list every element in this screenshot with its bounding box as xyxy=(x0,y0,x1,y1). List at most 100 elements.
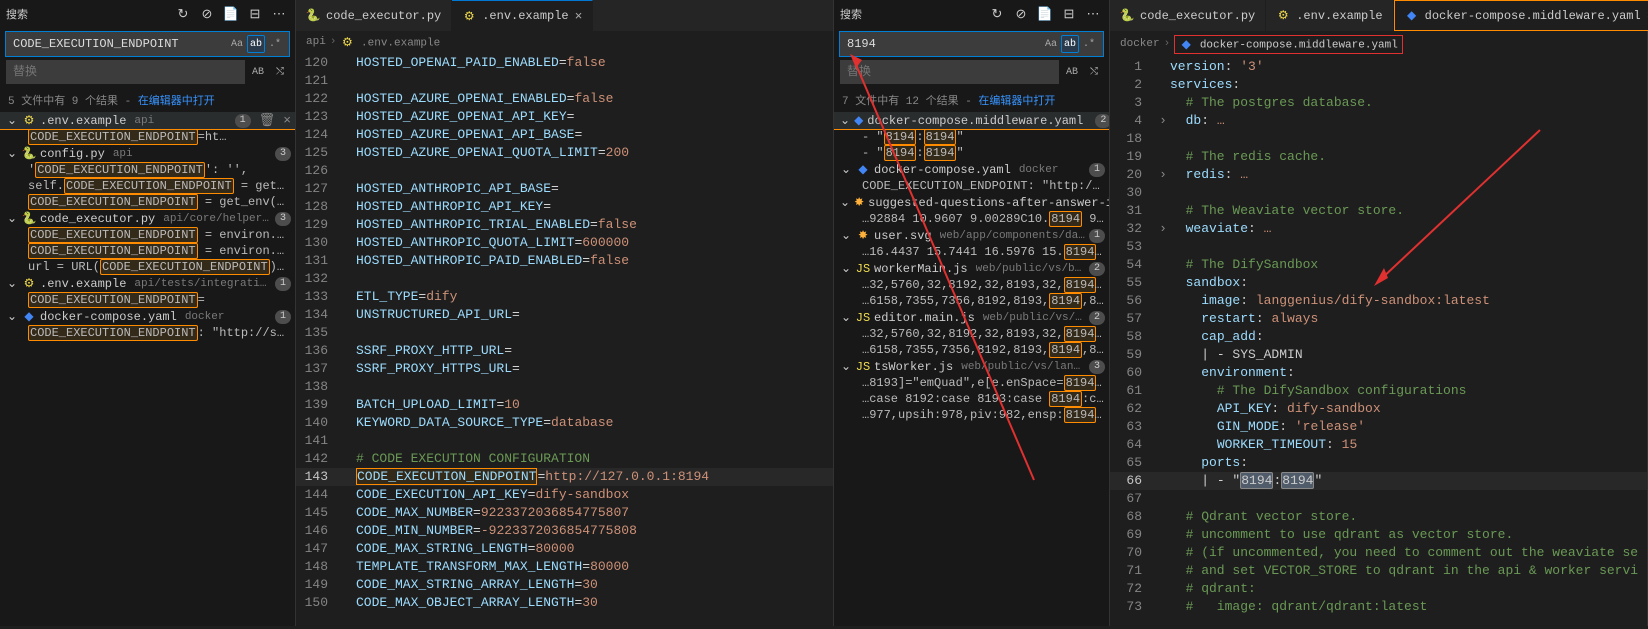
result-match[interactable]: …case 8192:case 8193:case 8194:case 8195… xyxy=(834,391,1109,407)
editor-line[interactable]: 122HOSTED_AZURE_OPENAI_ENABLED=false xyxy=(296,90,833,108)
fold-icon[interactable] xyxy=(342,54,356,72)
regex-icon[interactable]: .* xyxy=(266,35,284,53)
regex-icon[interactable]: .* xyxy=(1080,35,1098,53)
result-file[interactable]: ⌄ ◆ docker-compose.yaml docker 1 xyxy=(834,161,1109,178)
fold-icon[interactable] xyxy=(342,234,356,252)
editor-line[interactable]: 73 # image: qdrant/qdrant:latest xyxy=(1110,598,1647,616)
breadcrumb-item[interactable]: ⚙ .env.example xyxy=(340,35,440,50)
fold-icon[interactable] xyxy=(342,414,356,432)
chevron-down-icon[interactable]: ⌄ xyxy=(6,309,18,324)
result-match[interactable]: …16.4437 15.7441 16.5976 15.8194 16.7533… xyxy=(834,244,1109,260)
fold-icon[interactable] xyxy=(1156,436,1170,454)
result-match[interactable]: …32,5760,32,8192,32,8193,32,8194,32,8195… xyxy=(834,326,1109,342)
whole-word-icon[interactable]: ab xyxy=(247,35,265,53)
editor-line[interactable]: 59 | - SYS_ADMIN xyxy=(1110,346,1647,364)
editor-line[interactable]: 71 # and set VECTOR_STORE to qdrant in t… xyxy=(1110,562,1647,580)
dismiss-icon[interactable]: 🗑 xyxy=(259,113,276,128)
case-sensitive-icon[interactable]: Aa xyxy=(1042,35,1060,53)
editor-line[interactable]: 127HOSTED_ANTHROPIC_API_BASE= xyxy=(296,180,833,198)
fold-icon[interactable] xyxy=(1156,400,1170,418)
fold-icon[interactable] xyxy=(342,162,356,180)
editor-line[interactable]: 136SSRF_PROXY_HTTP_URL= xyxy=(296,342,833,360)
result-file[interactable]: ⌄ 🐍 config.py api 3 xyxy=(0,145,295,162)
result-file[interactable]: ⌄ JS workerMain.js web/public/vs/base/wo… xyxy=(834,260,1109,277)
editor-line[interactable]: 133ETL_TYPE=dify xyxy=(296,288,833,306)
fold-icon[interactable] xyxy=(1156,490,1170,508)
fold-icon[interactable] xyxy=(342,594,356,612)
editor-line[interactable]: 54 # The DifySandbox xyxy=(1110,256,1647,274)
editor-line[interactable]: 64 WORKER_TIMEOUT: 15 xyxy=(1110,436,1647,454)
editor-line[interactable]: 141 xyxy=(296,432,833,450)
result-match[interactable]: CODE_EXECUTION_ENDPOINT = get_env('… xyxy=(0,194,295,210)
breadcrumb[interactable]: api›⚙ .env.example xyxy=(296,32,833,54)
result-match[interactable]: CODE_EXECUTION_ENDPOINT= xyxy=(0,292,295,308)
editor-line[interactable]: 128HOSTED_ANTHROPIC_API_KEY= xyxy=(296,198,833,216)
fold-icon[interactable] xyxy=(342,252,356,270)
fold-icon[interactable] xyxy=(342,180,356,198)
preserve-case-icon[interactable]: AB xyxy=(249,63,267,81)
fold-icon[interactable] xyxy=(1156,292,1170,310)
fold-icon[interactable] xyxy=(342,450,356,468)
editor-line[interactable]: 19 # The redis cache. xyxy=(1110,148,1647,166)
clear-icon[interactable]: ⊘ xyxy=(1011,4,1031,24)
editor-line[interactable]: 142# CODE EXECUTION CONFIGURATION xyxy=(296,450,833,468)
editor-line[interactable]: 20› redis: … xyxy=(1110,166,1647,184)
fold-icon[interactable]: › xyxy=(1156,166,1170,184)
editor-line[interactable]: 53 xyxy=(1110,238,1647,256)
editor-line[interactable]: 3 # The postgres database. xyxy=(1110,94,1647,112)
tab--env-example[interactable]: ⚙ .env.example xyxy=(1266,0,1393,31)
editor-line[interactable]: 31 # The Weaviate vector store. xyxy=(1110,202,1647,220)
editor-line[interactable]: 60 environment: xyxy=(1110,364,1647,382)
result-match[interactable]: …6158,7355,7356,8192,8193,8194,8195,819… xyxy=(834,342,1109,358)
fold-icon[interactable] xyxy=(1156,202,1170,220)
fold-icon[interactable] xyxy=(342,144,356,162)
result-match[interactable]: CODE_EXECUTION_ENDPOINT = environ.get… xyxy=(0,227,295,243)
fold-icon[interactable] xyxy=(1156,346,1170,364)
editor-line[interactable]: 121 xyxy=(296,72,833,90)
editor-line[interactable]: 56 image: langgenius/dify-sandbox:latest xyxy=(1110,292,1647,310)
fold-icon[interactable] xyxy=(342,90,356,108)
close-icon[interactable]: × xyxy=(575,9,583,24)
result-match[interactable]: CODE_EXECUTION_ENDPOINT: "http://sandb… xyxy=(834,178,1109,194)
editor-line[interactable]: 137SSRF_PROXY_HTTPS_URL= xyxy=(296,360,833,378)
editor-line[interactable]: 4› db: … xyxy=(1110,112,1647,130)
tab--env-example[interactable]: ⚙ .env.example× xyxy=(452,0,593,31)
editor-line[interactable]: 134UNSTRUCTURED_API_URL= xyxy=(296,306,833,324)
editor-line[interactable]: 66 | - "8194:8194" xyxy=(1110,472,1647,490)
editor-line[interactable]: 148TEMPLATE_TRANSFORM_MAX_LENGTH=80000 xyxy=(296,558,833,576)
fold-icon[interactable] xyxy=(342,558,356,576)
clear-icon[interactable]: ⊘ xyxy=(197,4,217,24)
editor-line[interactable]: 63 GIN_MODE: 'release' xyxy=(1110,418,1647,436)
result-file[interactable]: ⌄ ⚙ .env.example api/tests/integration_t… xyxy=(0,275,295,292)
fold-icon[interactable] xyxy=(1156,544,1170,562)
result-match[interactable]: CODE_EXECUTION_ENDPOINT=ht… xyxy=(0,129,295,145)
editor-line[interactable]: 150CODE_MAX_OBJECT_ARRAY_LENGTH=30 xyxy=(296,594,833,612)
result-match[interactable]: …977,upsih:978,piv:982,ensp:8194,emsp:81… xyxy=(834,407,1109,423)
fold-icon[interactable] xyxy=(1156,256,1170,274)
chevron-down-icon[interactable]: ⌄ xyxy=(6,276,18,291)
editor-line[interactable]: 123HOSTED_AZURE_OPENAI_API_KEY= xyxy=(296,108,833,126)
result-match[interactable]: …32,5760,32,8192,32,8193,32,8194,32,8195… xyxy=(834,277,1109,293)
tab-docker-compose-middleware-yaml[interactable]: ◆ docker-compose.middleware.yaml× xyxy=(1394,0,1648,31)
editor-line[interactable]: 149CODE_MAX_STRING_ARRAY_LENGTH=30 xyxy=(296,576,833,594)
editor-line[interactable]: 1version: '3' xyxy=(1110,58,1647,76)
search-input[interactable] xyxy=(7,37,228,51)
chevron-down-icon[interactable]: ⌄ xyxy=(6,146,18,161)
chevron-down-icon[interactable]: ⌄ xyxy=(840,261,852,276)
close-icon[interactable]: × xyxy=(283,113,291,128)
editor-body[interactable]: 120HOSTED_OPENAI_PAID_ENABLED=false12112… xyxy=(296,54,833,627)
replace-input[interactable] xyxy=(840,60,1059,84)
expand-icon[interactable]: ⋯ xyxy=(269,4,289,24)
chevron-down-icon[interactable]: ⌄ xyxy=(6,113,18,128)
fold-icon[interactable]: › xyxy=(1156,112,1170,130)
fold-icon[interactable] xyxy=(1156,472,1170,490)
fold-icon[interactable] xyxy=(342,396,356,414)
editor-line[interactable]: 125HOSTED_AZURE_OPENAI_QUOTA_LIMIT=200 xyxy=(296,144,833,162)
expand-icon[interactable]: ⋯ xyxy=(1083,4,1103,24)
result-match[interactable]: 'CODE_EXECUTION_ENDPOINT': '', xyxy=(0,162,295,178)
editor-line[interactable]: 18 xyxy=(1110,130,1647,148)
refresh-icon[interactable]: ↻ xyxy=(173,4,193,24)
fold-icon[interactable] xyxy=(342,270,356,288)
editor-line[interactable]: 140KEYWORD_DATA_SOURCE_TYPE=database xyxy=(296,414,833,432)
fold-icon[interactable] xyxy=(342,504,356,522)
